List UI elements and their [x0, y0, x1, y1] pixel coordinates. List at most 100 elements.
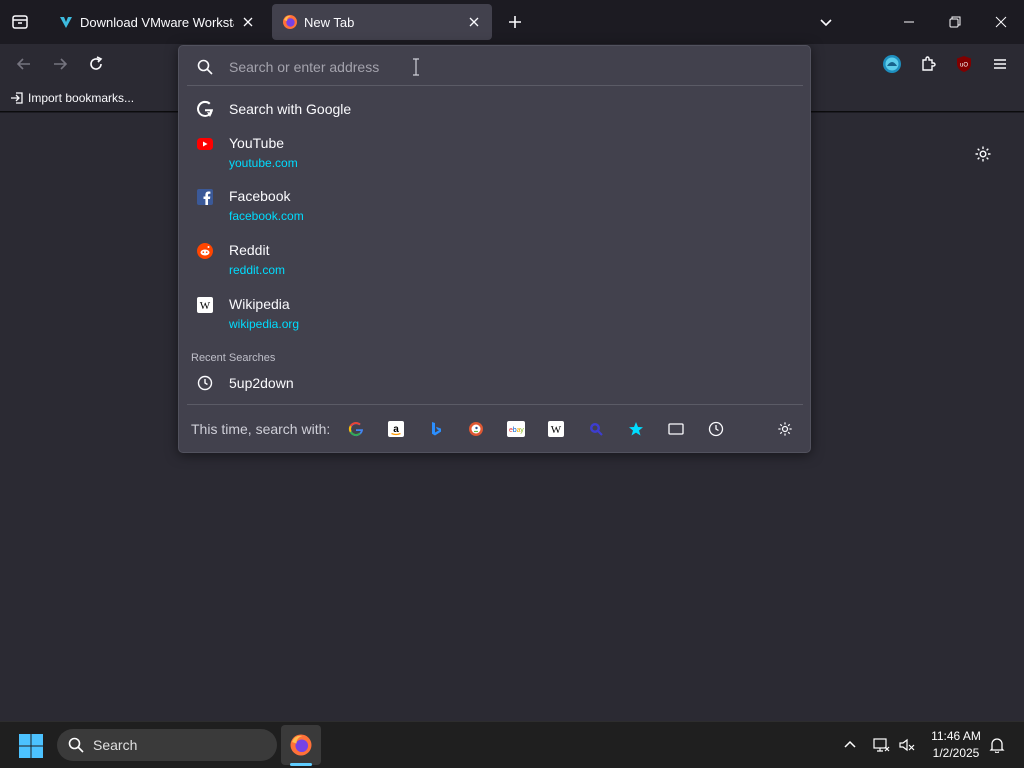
suggestion-texts: YouTube youtube.com	[229, 134, 298, 176]
windows-taskbar: Search 11:46 AM 1/2/2025	[0, 721, 1024, 768]
list-all-tabs-button[interactable]	[812, 8, 840, 36]
puzzle-icon	[922, 56, 936, 71]
history-icon[interactable]	[702, 415, 730, 443]
suggestion-texts: Wikipedia wikipedia.org	[229, 295, 299, 337]
suggestion-url: facebook.com	[229, 209, 304, 223]
restore-icon	[949, 16, 961, 28]
forward-button[interactable]	[46, 50, 74, 78]
suggestion-title: YouTube	[229, 135, 285, 151]
network-icon	[873, 738, 890, 752]
firefox-window: Download VMware Workstation New Tab	[0, 0, 1024, 768]
ebay-icon[interactable]: ebay	[502, 415, 530, 443]
search-with-google-row[interactable]: Search with Google	[187, 96, 803, 122]
gear-icon	[975, 146, 991, 162]
ublock-origin-button[interactable]: uO	[950, 50, 978, 78]
recent-searches-heading: Recent Searches	[191, 352, 276, 364]
search-icon	[67, 736, 85, 754]
restore-button[interactable]	[932, 0, 978, 44]
one-off-search-row: This time, search with: a ebay W	[187, 412, 803, 446]
account-avatar-icon	[883, 55, 901, 73]
tab-new-tab[interactable]: New Tab	[272, 4, 492, 40]
svg-text:W: W	[200, 300, 211, 312]
bing-icon[interactable]	[422, 415, 450, 443]
chevron-up-icon	[844, 740, 856, 748]
suggestion-texts: Facebook facebook.com	[229, 187, 304, 229]
forward-arrow-icon	[54, 58, 68, 70]
taskbar-firefox-button[interactable]	[281, 725, 321, 765]
tab-title: Download VMware Workstation	[80, 14, 234, 30]
address-bar-input[interactable]	[229, 53, 803, 81]
close-icon	[995, 16, 1007, 28]
firefox-view-button[interactable]	[4, 6, 36, 38]
import-bookmarks-label: Import bookmarks...	[28, 91, 135, 105]
notifications-button[interactable]	[986, 734, 1008, 756]
search-icon	[195, 57, 215, 77]
tab-vmware-download[interactable]: Download VMware Workstation	[48, 4, 266, 40]
volume-tray-button[interactable]	[896, 734, 918, 756]
svg-text:W: W	[551, 424, 562, 436]
facebook-icon	[195, 187, 215, 207]
taskbar-search-box[interactable]: Search	[57, 729, 277, 761]
suggestion-facebook[interactable]: Facebook facebook.com	[187, 187, 803, 229]
one-off-label: This time, search with:	[191, 421, 331, 437]
svg-text:uO: uO	[960, 63, 968, 69]
active-app-indicator	[290, 763, 312, 766]
suggestion-url: youtube.com	[229, 156, 298, 170]
close-tab-icon[interactable]	[240, 14, 256, 30]
volume-muted-icon	[899, 738, 915, 752]
firefox-view-icon	[12, 15, 28, 29]
google-icon[interactable]	[342, 415, 370, 443]
wikipedia-icon: W	[195, 295, 215, 315]
search-settings-button[interactable]	[771, 415, 799, 443]
close-tab-icon[interactable]	[466, 14, 482, 30]
minimize-button[interactable]	[886, 0, 932, 44]
import-icon	[11, 92, 23, 104]
suggestion-texts: Reddit reddit.com	[229, 241, 285, 283]
suggestion-title: Facebook	[229, 188, 291, 204]
suggestion-youtube[interactable]: YouTube youtube.com	[187, 134, 803, 176]
text-cursor-icon	[413, 58, 419, 76]
history-clock-icon	[195, 373, 215, 393]
taskbar-clock[interactable]: 11:46 AM 1/2/2025	[924, 728, 988, 762]
recent-search-item[interactable]: 5up2down	[187, 371, 803, 395]
extensions-button[interactable]	[914, 50, 942, 78]
bookmarks-star-icon[interactable]	[622, 415, 650, 443]
perplexity-icon[interactable]	[582, 415, 610, 443]
hamburger-menu-icon	[994, 59, 1006, 69]
firefox-icon	[290, 734, 312, 756]
show-hidden-icons-button[interactable]	[839, 734, 861, 756]
svg-text:a: a	[393, 424, 399, 435]
account-button[interactable]	[878, 50, 906, 78]
chevron-down-icon	[820, 19, 832, 27]
clock-time: 11:46 AM	[931, 729, 981, 743]
wikipedia-icon[interactable]: W	[542, 415, 570, 443]
back-button[interactable]	[10, 50, 38, 78]
suggestion-url: wikipedia.org	[229, 317, 300, 331]
recent-search-text: 5up2down	[229, 375, 294, 391]
suggestion-title: Wikipedia	[229, 296, 290, 312]
duckduckgo-icon[interactable]	[462, 415, 490, 443]
suggestion-reddit[interactable]: Reddit reddit.com	[187, 241, 803, 283]
urlbar-separator	[187, 85, 803, 86]
reload-button[interactable]	[82, 50, 110, 78]
tab-strip: Download VMware Workstation New Tab	[0, 0, 1024, 44]
close-window-button[interactable]	[978, 0, 1024, 44]
urlbar-input-row	[187, 50, 803, 84]
clock-date: 1/2/2025	[932, 746, 980, 760]
minimize-icon	[904, 21, 914, 23]
app-menu-button[interactable]	[986, 50, 1014, 78]
search-with-google-label: Search with Google	[229, 101, 352, 117]
network-tray-button[interactable]	[870, 734, 892, 756]
suggestion-title: Reddit	[229, 242, 270, 258]
tabs-icon[interactable]	[662, 415, 690, 443]
new-tab-settings-button[interactable]	[972, 143, 994, 165]
import-bookmarks-button[interactable]: Import bookmarks...	[10, 89, 134, 107]
taskbar-search-label: Search	[93, 737, 138, 753]
suggestion-wikipedia[interactable]: W Wikipedia wikipedia.org	[187, 295, 803, 337]
youtube-icon	[195, 134, 215, 154]
vmware-download-icon	[60, 17, 72, 28]
firefox-icon	[283, 15, 297, 29]
new-tab-button[interactable]	[501, 8, 529, 36]
windows-start-icon[interactable]	[18, 733, 44, 759]
amazon-icon[interactable]: a	[382, 415, 410, 443]
